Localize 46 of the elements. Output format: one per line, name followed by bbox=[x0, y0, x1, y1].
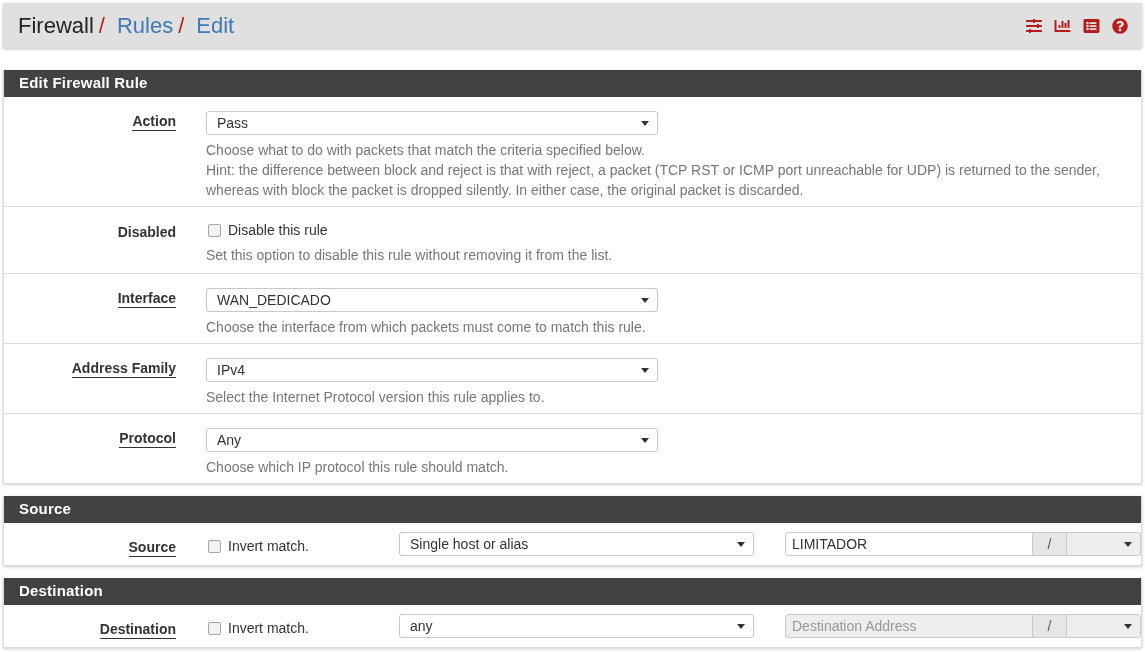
help-text: Choose the interface from which packets must come to match this rule. bbox=[206, 318, 647, 337]
help-text: Choose which IP protocol this rule should match. bbox=[206, 458, 510, 477]
field-label: Source bbox=[128, 538, 176, 557]
panel-title: Destination bbox=[4, 578, 1141, 605]
input-addon: / bbox=[1033, 614, 1066, 638]
help-text: Choose what to do with packets that match the criteria specified below. bbox=[206, 141, 646, 160]
sliders-icon[interactable] bbox=[1026, 17, 1042, 34]
caret-icon bbox=[641, 367, 649, 373]
checkbox-label: Disable this rule bbox=[228, 220, 328, 240]
field-label: Protocol bbox=[119, 429, 176, 448]
checkbox[interactable] bbox=[208, 621, 221, 635]
dropdown[interactable]: WAN_DEDICADO bbox=[206, 288, 658, 312]
breadcrumb-separator: / bbox=[178, 12, 185, 40]
caret-icon bbox=[641, 120, 649, 126]
list-icon[interactable] bbox=[1083, 17, 1100, 34]
checkbox[interactable] bbox=[208, 223, 221, 237]
field-label: Destination bbox=[99, 620, 176, 639]
dropdown[interactable]: any bbox=[399, 614, 754, 638]
field-label: Address Family bbox=[71, 359, 176, 378]
checkbox-label: Invert match. bbox=[228, 536, 309, 556]
breadcrumb-separator: / bbox=[98, 12, 105, 40]
caret-icon bbox=[1124, 623, 1132, 629]
caret-icon bbox=[641, 437, 649, 443]
help-icon[interactable] bbox=[1112, 17, 1128, 34]
caret-icon bbox=[641, 297, 649, 303]
help-text: Select the Internet Protocol version this rule applies to. bbox=[206, 388, 546, 407]
caret-icon bbox=[737, 541, 745, 547]
caret-icon bbox=[1124, 541, 1132, 547]
field-label: Action bbox=[132, 112, 176, 131]
address-input[interactable]: LIMITADOR bbox=[785, 532, 1033, 556]
dropdown[interactable]: Single host or alias bbox=[399, 532, 754, 556]
help-text: Set this option to disable this rule without removing it from the list. bbox=[206, 246, 614, 265]
dropdown[interactable]: Any bbox=[206, 428, 658, 452]
field-label: Interface bbox=[117, 289, 176, 308]
panel-title: Source bbox=[4, 496, 1141, 523]
dropdown[interactable]: Pass bbox=[206, 111, 658, 135]
help-text: Hint: the difference between block and reject is that with reject, a packet (TCP RST or ICMP port unreachable for UDP) is returned to the sender, whereas with block the packet is dropped silently. In either case, the original packet is discarded. bbox=[206, 161, 1101, 200]
dropdown[interactable]: IPv4 bbox=[206, 358, 658, 382]
panel-title: Edit Firewall Rule bbox=[4, 70, 1141, 97]
input-addon: / bbox=[1033, 532, 1066, 556]
page-title: Firewall bbox=[18, 12, 94, 40]
caret-icon bbox=[737, 623, 745, 629]
bar-chart-icon[interactable] bbox=[1054, 17, 1071, 34]
checkbox-label: Invert match. bbox=[228, 618, 309, 638]
checkbox[interactable] bbox=[208, 539, 221, 553]
field-label: Disabled bbox=[117, 223, 176, 242]
